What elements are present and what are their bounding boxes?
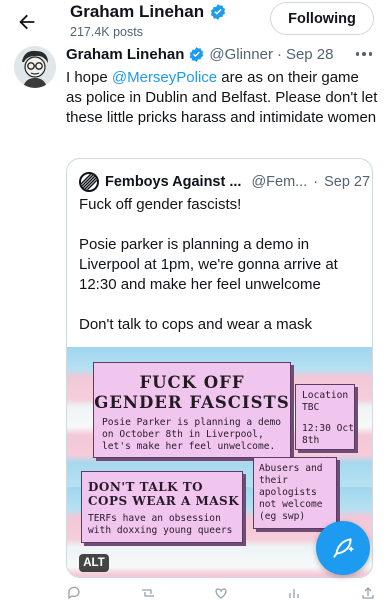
like-icon[interactable] bbox=[213, 586, 229, 600]
tweet-author-handle[interactable]: @Glinner bbox=[209, 46, 273, 63]
profile-name-text: Graham Linehan bbox=[70, 2, 205, 21]
post-count: 217.4K posts bbox=[70, 25, 143, 39]
quoted-author-avatar bbox=[79, 172, 99, 192]
sign-location: Location TBC 12:30 Oct 8th bbox=[295, 384, 355, 450]
verified-badge-icon bbox=[190, 47, 204, 62]
mention-link[interactable]: @MerseyPolice bbox=[112, 69, 217, 86]
quoted-tweet-date: Sep 27 bbox=[324, 174, 371, 190]
sign-abusers-text: Abusers and their apologists not welcome… bbox=[259, 463, 323, 522]
separator-dot: · bbox=[276, 46, 282, 63]
tweet-action-bar bbox=[66, 586, 376, 600]
reply-icon[interactable] bbox=[66, 586, 82, 600]
compose-feather-icon bbox=[333, 538, 354, 558]
sign-main-body: Posie Parker is planning a demo on Octob… bbox=[102, 417, 282, 452]
quoted-paragraph: Fuck off gender fascists! bbox=[79, 196, 242, 213]
sign-main: FUCK OFF GENDER FASCISTS Posie Parker is… bbox=[93, 362, 291, 458]
profile-name: Graham Linehan bbox=[70, 2, 227, 22]
sign-main-title-2: GENDER FASCISTS bbox=[94, 393, 290, 412]
share-icon[interactable] bbox=[360, 586, 376, 600]
quoted-author-name: Femboys Against ... bbox=[105, 174, 242, 190]
quoted-paragraph: Posie parker is planning a demo in Liver… bbox=[79, 236, 338, 293]
back-arrow-icon[interactable] bbox=[14, 9, 40, 35]
following-button[interactable]: Following bbox=[270, 2, 374, 35]
tweet-text: I hope @MerseyPolice are as on their gam… bbox=[66, 68, 378, 128]
sign-cops: DON'T TALK TO COPS WEAR A MASK TERFs hav… bbox=[81, 471, 243, 543]
sign-cops-title: DON'T TALK TO COPS WEAR A MASK bbox=[88, 480, 240, 508]
tweet-header: Graham Linehan @Glinner · Sep 28 bbox=[66, 46, 334, 63]
separator-dot: · bbox=[313, 174, 319, 190]
sign-cops-body: TERFs have an obsession with doxxing you… bbox=[88, 513, 233, 536]
compose-button[interactable] bbox=[316, 521, 370, 575]
sign-location-1: Location TBC bbox=[302, 390, 349, 413]
quoted-tweet[interactable]: Femboys Against ... @Fem... · Sep 27 Fuc… bbox=[66, 158, 373, 578]
tweet-author-name[interactable]: Graham Linehan bbox=[66, 46, 184, 63]
verified-badge-icon bbox=[211, 4, 226, 20]
quoted-tweet-text: Fuck off gender fascists! Posie parker i… bbox=[79, 195, 364, 355]
views-icon[interactable] bbox=[287, 586, 303, 600]
repost-icon[interactable] bbox=[140, 586, 156, 600]
sign-main-title-1: FUCK OFF bbox=[139, 373, 245, 392]
author-avatar[interactable] bbox=[14, 46, 56, 88]
tweet-date[interactable]: Sep 28 bbox=[286, 46, 334, 63]
quoted-author-handle: @Fem... bbox=[251, 174, 308, 190]
tweet-text-part: I hope bbox=[66, 69, 112, 86]
alt-badge[interactable]: ALT bbox=[79, 554, 109, 572]
quoted-tweet-header: Femboys Against ... @Fem... · Sep 27 bbox=[79, 172, 370, 192]
profile-header: Graham Linehan 217.4K posts Following bbox=[0, 0, 388, 44]
quoted-paragraph: Don't talk to cops and wear a mask bbox=[79, 316, 312, 333]
more-dots-icon[interactable] bbox=[352, 47, 376, 61]
sign-abusers: Abusers and their apologists not welcome… bbox=[253, 457, 337, 529]
sign-location-2: 12:30 Oct 8th bbox=[302, 423, 354, 446]
